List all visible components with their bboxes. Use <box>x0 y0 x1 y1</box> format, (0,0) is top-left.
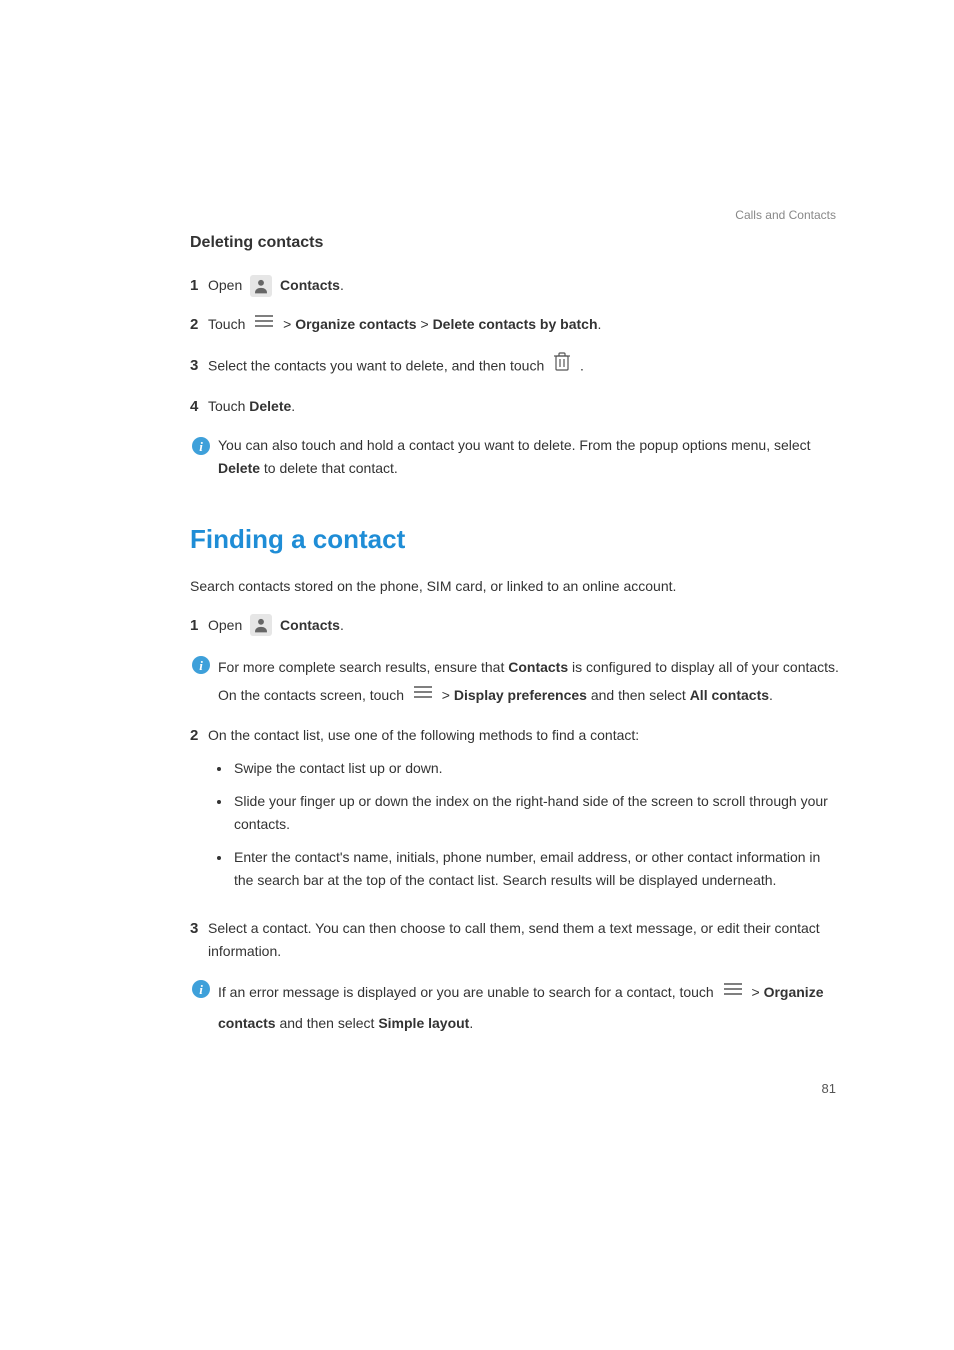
finding-note-1: i For more complete search results, ensu… <box>190 653 839 710</box>
page: Calls and Contacts Deleting contacts 1 O… <box>0 0 954 1350</box>
list-item: Slide your finger up or down the index o… <box>232 790 839 836</box>
text-touch: Touch <box>208 398 249 414</box>
delete-label: Delete <box>218 460 260 476</box>
finding-step-3: 3 Select a contact. You can then choose … <box>190 917 839 963</box>
info-icon: i <box>190 979 212 1006</box>
period: . <box>340 617 344 633</box>
section-label: Calls and Contacts <box>735 206 836 226</box>
menu-icon <box>412 680 434 708</box>
finding-steps: 1 Open Contacts. i For more complete sea… <box>190 614 839 1039</box>
svg-text:i: i <box>199 439 203 454</box>
finding-step-2: 2 On the contact list, use one of the fo… <box>190 724 839 903</box>
step-number: 4 <box>190 395 208 420</box>
gt: > <box>442 687 454 703</box>
step-body: On the contact list, use one of the foll… <box>208 724 839 903</box>
step3-text: Select a contact. You can then choose to… <box>208 920 820 959</box>
period: . <box>291 398 295 414</box>
step-number: 2 <box>190 724 208 749</box>
text-pre: Select the contacts you want to delete, … <box>208 357 548 373</box>
all-contacts-label: All contacts <box>690 687 769 703</box>
contacts-label: Contacts <box>280 277 340 293</box>
note-text-post: to delete that contact. <box>260 460 398 476</box>
gt: > <box>283 316 295 332</box>
step-number: 3 <box>190 354 208 379</box>
note-body: You can also touch and hold a contact yo… <box>218 434 839 480</box>
finding-heading: Finding a contact <box>190 518 839 561</box>
trash-icon <box>552 350 572 379</box>
svg-text:i: i <box>199 658 203 673</box>
deleting-step-4: 4 Touch Delete. <box>190 395 839 420</box>
page-number: 81 <box>822 1078 836 1099</box>
display-preferences-label: Display preferences <box>454 687 587 703</box>
period: . <box>769 687 773 703</box>
note-text-pre: You can also touch and hold a contact yo… <box>218 437 811 453</box>
note-text-pre: For more complete search results, ensure… <box>218 659 508 675</box>
organize-contacts-label: Organize contacts <box>295 316 416 332</box>
period: . <box>340 277 344 293</box>
methods-list: Swipe the contact list up or down. Slide… <box>232 757 839 892</box>
finding-intro: Search contacts stored on the phone, SIM… <box>190 575 839 598</box>
text-touch: Touch <box>208 316 249 332</box>
step-number: 1 <box>190 274 208 299</box>
step-body: Touch > Organize contacts > Delete conta… <box>208 313 839 337</box>
text-post: . <box>580 357 584 373</box>
deleting-step-2: 2 Touch > Organize contacts > Delete con… <box>190 313 839 338</box>
info-icon: i <box>190 436 212 463</box>
contacts-label: Contacts <box>508 659 568 675</box>
finding-note-2: i If an error message is displayed or yo… <box>190 977 839 1039</box>
deleting-steps: 1 Open Contacts. 2 Touch > Organize cont… <box>190 274 839 480</box>
step-body: Open Contacts. <box>208 274 839 297</box>
finding-step-1: 1 Open Contacts. <box>190 614 839 639</box>
step-body: Select the contacts you want to delete, … <box>208 352 839 381</box>
menu-icon <box>722 976 744 1007</box>
note-body: For more complete search results, ensure… <box>218 653 839 710</box>
step-body: Touch Delete. <box>208 395 839 418</box>
period: . <box>598 316 602 332</box>
gt: > <box>752 984 764 1000</box>
list-item: Swipe the contact list up or down. <box>232 757 839 780</box>
text-open: Open <box>208 617 246 633</box>
contacts-person-icon <box>250 275 272 297</box>
text-and: and then select <box>276 1015 379 1031</box>
contacts-person-icon <box>250 614 272 636</box>
deleting-step-1: 1 Open Contacts. <box>190 274 839 299</box>
deleting-heading: Deleting contacts <box>190 230 839 256</box>
svg-text:i: i <box>199 982 203 997</box>
text-and: and then select <box>587 687 690 703</box>
delete-by-batch-label: Delete contacts by batch <box>433 316 598 332</box>
menu-icon <box>253 312 275 335</box>
step-body: Open Contacts. <box>208 614 839 637</box>
contacts-label: Contacts <box>280 617 340 633</box>
info-icon: i <box>190 655 212 682</box>
step-number: 3 <box>190 917 208 942</box>
simple-layout-label: Simple layout <box>378 1015 469 1031</box>
text-open: Open <box>208 277 246 293</box>
step-body: Select a contact. You can then choose to… <box>208 917 839 963</box>
list-item: Enter the contact's name, initials, phon… <box>232 846 839 892</box>
step-number: 2 <box>190 313 208 338</box>
gt: > <box>417 316 433 332</box>
deleting-step-3: 3 Select the contacts you want to delete… <box>190 352 839 381</box>
note-text-pre: If an error message is displayed or you … <box>218 984 718 1000</box>
note-body: If an error message is displayed or you … <box>218 977 839 1039</box>
deleting-note: i You can also touch and hold a contact … <box>190 434 839 480</box>
delete-label: Delete <box>249 398 291 414</box>
step-number: 1 <box>190 614 208 639</box>
step2-text: On the contact list, use one of the foll… <box>208 727 639 743</box>
period: . <box>469 1015 473 1031</box>
